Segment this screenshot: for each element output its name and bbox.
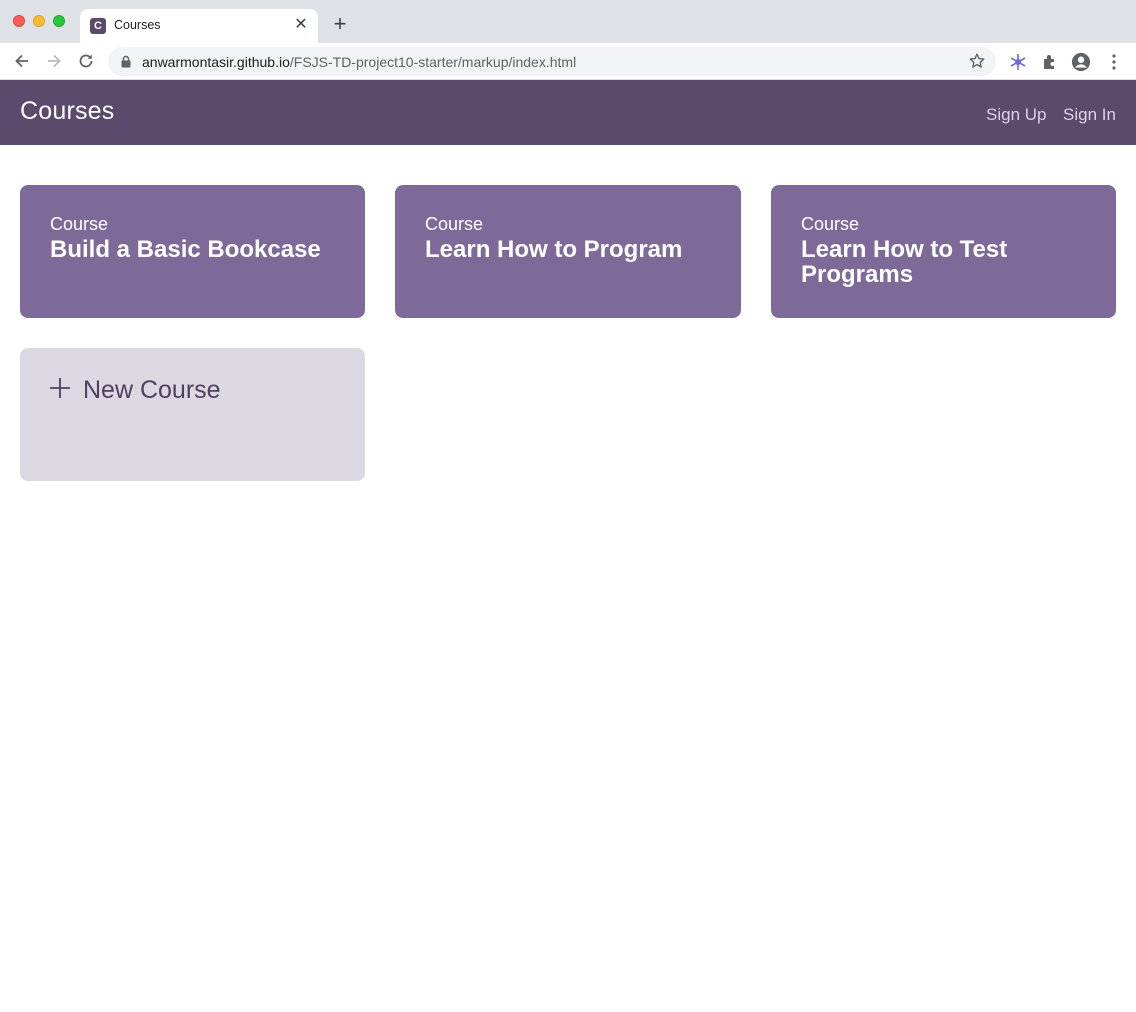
- url-host: anwarmontasir.github.io: [142, 54, 290, 70]
- favicon-icon: C: [90, 18, 106, 34]
- course-title: Learn How to Program: [425, 236, 683, 263]
- close-window-button[interactable]: [13, 15, 25, 27]
- url-path: /FSJS-TD-project10-starter/markup/index.…: [289, 54, 577, 70]
- close-tab-icon[interactable]: ✕: [292, 16, 310, 34]
- course-label: Course: [425, 214, 484, 234]
- bookmark-star-icon[interactable]: [968, 52, 986, 70]
- address-bar[interactable]: anwarmontasir.github.io/FSJS-TD-project1…: [108, 47, 996, 76]
- new-tab-icon[interactable]: +: [330, 13, 350, 35]
- new-course-card[interactable]: New Course: [20, 348, 365, 481]
- course-label: Course: [50, 214, 109, 234]
- course-title: Build a Basic Bookcase: [50, 236, 321, 263]
- forward-arrow-icon[interactable]: [44, 51, 64, 71]
- tab-title: Courses: [114, 18, 161, 32]
- browser-tab-active[interactable]: C Courses ✕: [80, 9, 318, 43]
- course-card[interactable]: Course Build a Basic Bookcase: [20, 185, 365, 318]
- extensions-puzzle-icon[interactable]: [1040, 52, 1060, 72]
- new-course-label: New Course: [83, 376, 221, 404]
- site-header: Courses Sign Up Sign In: [0, 80, 1136, 145]
- browser-tab-strip: C Courses ✕ +: [0, 0, 1136, 43]
- maximize-window-button[interactable]: [53, 15, 65, 27]
- course-title: Learn How to Test Programs: [801, 236, 1008, 288]
- extension-snowflake-icon[interactable]: [1008, 52, 1028, 72]
- minimize-window-button[interactable]: [33, 15, 45, 27]
- back-arrow-icon[interactable]: [12, 51, 32, 71]
- site-title[interactable]: Courses: [20, 97, 115, 126]
- course-label: Course: [801, 214, 860, 234]
- reload-icon[interactable]: [76, 51, 96, 71]
- browser-menu-kebab-icon[interactable]: [1104, 52, 1124, 72]
- lock-icon: [120, 55, 132, 68]
- profile-avatar-icon[interactable]: [1071, 52, 1091, 72]
- plus-icon: [50, 378, 70, 398]
- course-card[interactable]: Course Learn How to Program: [395, 185, 741, 318]
- course-card[interactable]: Course Learn How to Test Programs: [771, 185, 1116, 318]
- sign-up-link[interactable]: Sign Up: [986, 105, 1046, 125]
- sign-in-link[interactable]: Sign In: [1063, 105, 1116, 125]
- browser-toolbar: anwarmontasir.github.io/FSJS-TD-project1…: [0, 43, 1136, 80]
- url-text: anwarmontasir.github.io/FSJS-TD-project1…: [142, 54, 576, 70]
